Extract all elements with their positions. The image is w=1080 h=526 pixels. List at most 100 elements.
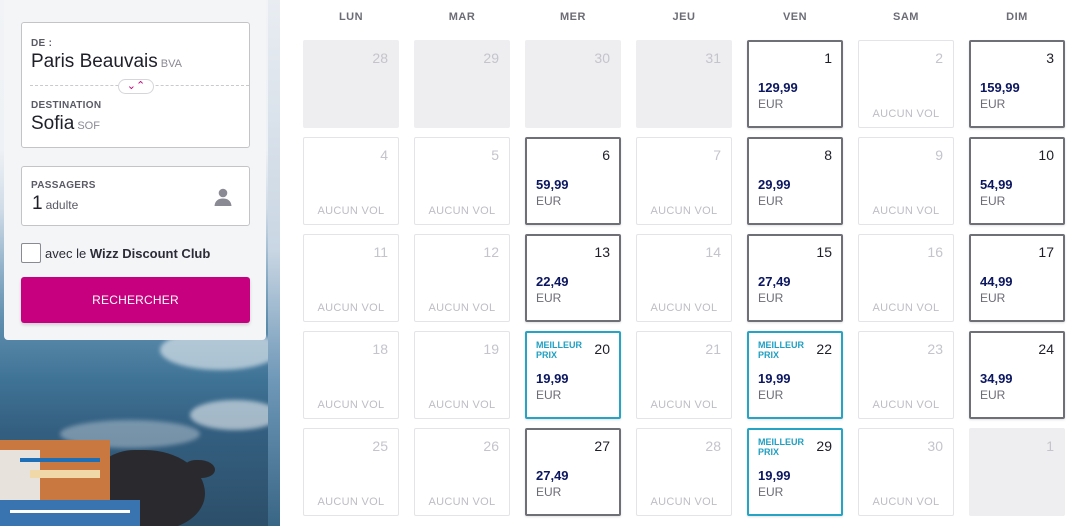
origin-code: BVA — [160, 58, 182, 70]
passengers-selector[interactable]: PASSAGERS 1 adulte — [21, 166, 250, 226]
destination-city: Sofia — [31, 113, 75, 134]
calendar-day-none: 9 AUCUN VOL — [858, 137, 954, 225]
origin-field[interactable]: Paris Beauvais BVA — [31, 51, 182, 73]
fare-currency: EUR — [980, 97, 1006, 111]
discount-club-checkbox[interactable] — [21, 243, 41, 263]
search-button[interactable]: RECHERCHER — [21, 277, 250, 323]
passengers-value: 1 adulte — [32, 193, 78, 215]
calendar-day-available[interactable]: 17 44,99 EUR — [969, 234, 1065, 322]
calendar-day-available[interactable]: 13 22,49 EUR — [525, 234, 621, 322]
calendar-day-available[interactable]: 15 27,49 EUR — [747, 234, 843, 322]
day-number: 16 — [927, 244, 943, 260]
calendar-day-none: 11 AUCUN VOL — [303, 234, 399, 322]
no-flight-label: AUCUN VOL — [650, 496, 718, 508]
no-flight-label: AUCUN VOL — [872, 302, 940, 314]
best-price-badge: MEILLEUR PRIX — [758, 340, 804, 360]
day-number: 1 — [824, 50, 832, 66]
day-number: 9 — [935, 147, 943, 163]
day-number: 18 — [372, 341, 388, 357]
no-flight-label: AUCUN VOL — [428, 496, 496, 508]
no-flight-label: AUCUN VOL — [650, 302, 718, 314]
day-number: 28 — [372, 50, 388, 66]
weekday-header: VEN — [782, 11, 808, 23]
best-price-badge: MEILLEUR PRIX — [758, 437, 804, 457]
calendar-day-available[interactable]: 3 159,99 EUR — [969, 40, 1065, 128]
destination-label: DESTINATION — [31, 100, 102, 111]
day-number: 25 — [372, 438, 388, 454]
fare-price: 19,99 — [758, 468, 791, 483]
day-number: 6 — [602, 147, 610, 163]
day-number: 7 — [713, 147, 721, 163]
calendar-day-available[interactable]: 10 54,99 EUR — [969, 137, 1065, 225]
swap-chevrons-icon[interactable]: ⌄⌃ — [118, 79, 154, 94]
fare-currency: EUR — [536, 485, 562, 499]
fare-currency: EUR — [758, 485, 784, 499]
calendar-day-available[interactable]: 8 29,99 EUR — [747, 137, 843, 225]
fare-price: 27,49 — [758, 274, 791, 289]
day-number: 27 — [594, 438, 610, 454]
no-flight-label: AUCUN VOL — [650, 399, 718, 411]
no-flight-label: AUCUN VOL — [428, 302, 496, 314]
calendar-day-none: 23 AUCUN VOL — [858, 331, 954, 419]
fare-price: 27,49 — [536, 468, 569, 483]
fare-calendar: LUN MAR MER JEU VEN SAM DIM 28 29 30 31 1 129,99 EUR 2… — [280, 0, 1080, 526]
fare-currency: EUR — [758, 97, 784, 111]
calendar-day-none: 19 AUCUN VOL — [414, 331, 510, 419]
weekday-header: JEU — [672, 11, 696, 23]
day-number: 11 — [373, 244, 388, 260]
calendar-day-available[interactable]: 1 129,99 EUR — [747, 40, 843, 128]
no-flight-label: AUCUN VOL — [317, 205, 385, 217]
day-number: 23 — [927, 341, 943, 357]
calendar-day-none: 5 AUCUN VOL — [414, 137, 510, 225]
destination-code: SOF — [77, 120, 100, 132]
day-number: 5 — [491, 147, 499, 163]
calendar-day-none: 26 AUCUN VOL — [414, 428, 510, 516]
calendar-day-none: 18 AUCUN VOL — [303, 331, 399, 419]
day-number: 3 — [1046, 50, 1054, 66]
discount-club-name: Wizz Discount Club — [89, 246, 211, 261]
day-number: 30 — [927, 438, 943, 454]
weekday-header: SAM — [893, 11, 919, 23]
fare-price: 22,49 — [536, 274, 569, 289]
origin-city: Paris Beauvais — [31, 51, 158, 72]
weekday-header: DIM — [1006, 11, 1028, 23]
calendar-day-none: 28 AUCUN VOL — [636, 428, 732, 516]
destination-field[interactable]: Sofia SOF — [31, 113, 100, 135]
day-number: 31 — [705, 50, 721, 66]
discount-club-label[interactable]: avec le Wizz Discount Club — [45, 246, 210, 261]
day-number: 26 — [483, 438, 499, 454]
calendar-day-past: 28 — [303, 40, 399, 128]
day-number: 8 — [824, 147, 832, 163]
day-number: 29 — [483, 50, 499, 66]
no-flight-label: AUCUN VOL — [872, 399, 940, 411]
fare-price: 159,99 — [980, 80, 1020, 95]
no-flight-label: AUCUN VOL — [872, 108, 940, 120]
fare-currency: EUR — [758, 194, 784, 208]
calendar-day-none: 16 AUCUN VOL — [858, 234, 954, 322]
weekday-header: MAR — [448, 11, 476, 23]
day-number: 13 — [594, 244, 610, 260]
calendar-day-available[interactable]: 24 34,99 EUR — [969, 331, 1065, 419]
weekday-header: LUN — [338, 11, 364, 23]
day-number: 24 — [1038, 341, 1054, 357]
calendar-day-none: 2 AUCUN VOL — [858, 40, 954, 128]
fare-currency: EUR — [536, 194, 562, 208]
day-number: 14 — [705, 244, 721, 260]
no-flight-label: AUCUN VOL — [428, 399, 496, 411]
calendar-day-none: 4 AUCUN VOL — [303, 137, 399, 225]
calendar-day-best[interactable]: 20 MEILLEUR PRIX 19,99 EUR — [525, 331, 621, 419]
calendar-day-available[interactable]: 6 59,99 EUR — [525, 137, 621, 225]
calendar-day-none: 7 AUCUN VOL — [636, 137, 732, 225]
fare-currency: EUR — [536, 291, 562, 305]
no-flight-label: AUCUN VOL — [317, 399, 385, 411]
calendar-day-available[interactable]: 27 27,49 EUR — [525, 428, 621, 516]
day-number: 12 — [483, 244, 499, 260]
fare-price: 59,99 — [536, 177, 569, 192]
calendar-day-best[interactable]: 22 MEILLEUR PRIX 19,99 EUR — [747, 331, 843, 419]
calendar-day-none: 21 AUCUN VOL — [636, 331, 732, 419]
day-number: 22 — [816, 341, 832, 357]
fare-currency: EUR — [980, 388, 1006, 402]
fare-currency: EUR — [536, 388, 562, 402]
calendar-day-best[interactable]: 29 MEILLEUR PRIX 19,99 EUR — [747, 428, 843, 516]
fare-currency: EUR — [758, 388, 784, 402]
